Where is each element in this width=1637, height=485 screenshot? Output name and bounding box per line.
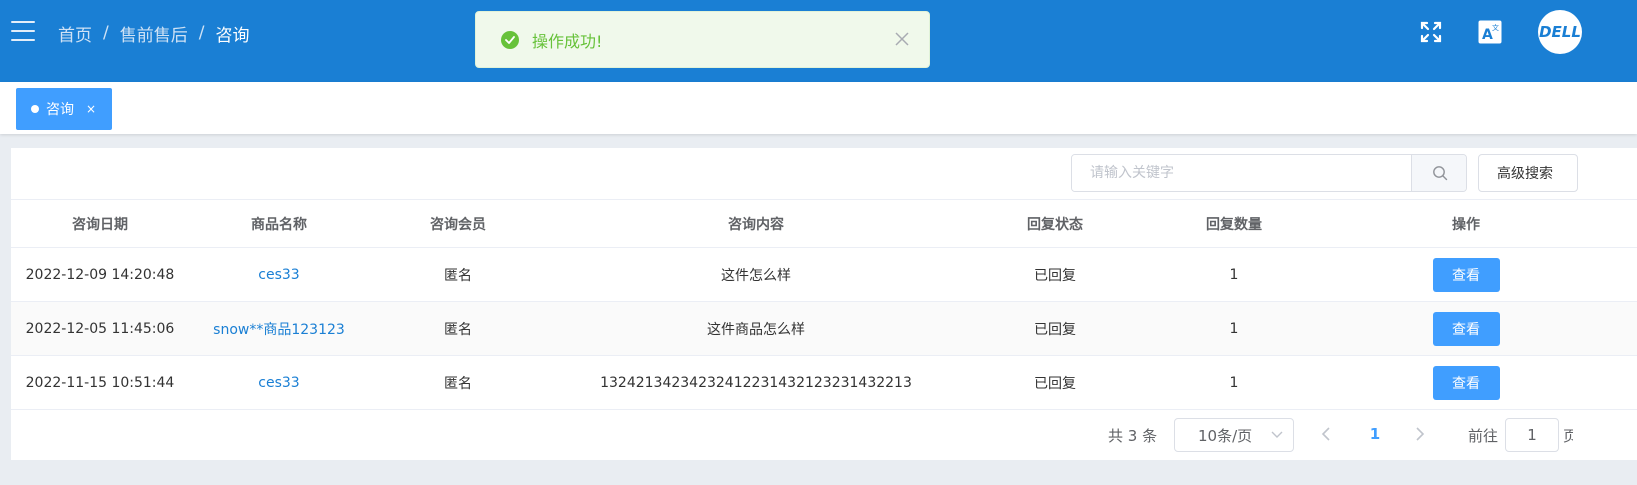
cell-member: 匿名: [444, 321, 472, 338]
column-header-count: 回复数量: [1206, 216, 1262, 233]
cell-status: 已回复: [1034, 375, 1076, 392]
column-header-member: 咨询会员: [430, 216, 486, 233]
consult-list-panel: 高级搜索 咨询日期 商品名称 咨询会员 咨询内容 回复状态 回复数量 操作 20…: [11, 148, 1637, 460]
column-header-action: 操作: [1452, 216, 1480, 233]
cell-action: 查看: [1323, 302, 1609, 355]
search-button[interactable]: [1411, 155, 1466, 191]
column-header-date: 咨询日期: [72, 216, 128, 233]
cell-count: 1: [1229, 320, 1239, 337]
pagination-total: 共 3 条: [1108, 427, 1158, 445]
page-size-value: 10条/页: [1198, 426, 1253, 445]
breadcrumb-home[interactable]: 首页: [58, 21, 92, 46]
chevron-down-icon: [1271, 431, 1283, 438]
table-row: 2022-12-05 11:45:06 snow**商品123123 匿名 这件…: [11, 302, 1637, 356]
search-box: [1071, 154, 1467, 192]
view-button[interactable]: 查看: [1432, 257, 1500, 292]
cell-content: 这件怎么样: [721, 267, 791, 284]
table-header-row: 咨询日期 商品名称 咨询会员 咨询内容 回复状态 回复数量 操作: [11, 200, 1637, 248]
cell-status: 已回复: [1034, 267, 1076, 284]
cell-date: 2022-12-09 14:20:48: [25, 266, 175, 283]
tags-view-bar: 咨询 ×: [0, 82, 1637, 134]
cell-action: 查看: [1323, 248, 1609, 301]
view-button[interactable]: 查看: [1432, 365, 1500, 400]
breadcrumb-separator: /: [103, 23, 109, 43]
prev-page-icon[interactable]: [1321, 426, 1331, 442]
menu-icon[interactable]: [11, 21, 35, 41]
goto-label: 前往: [1468, 427, 1499, 445]
fullscreen-icon[interactable]: [1419, 20, 1443, 44]
product-link[interactable]: snow**商品123123: [189, 302, 369, 355]
consult-table: 咨询日期 商品名称 咨询会员 咨询内容 回复状态 回复数量 操作 2022-12…: [11, 199, 1637, 410]
goto-page-input[interactable]: [1505, 418, 1559, 452]
active-dot-icon: [31, 105, 39, 113]
tag-close-icon[interactable]: ×: [86, 102, 96, 116]
avatar[interactable]: DELL: [1538, 10, 1582, 54]
breadcrumb: 首页 / 售前售后 / 咨询: [58, 21, 250, 46]
breadcrumb-current: 咨询: [215, 25, 250, 46]
close-icon[interactable]: [894, 31, 910, 47]
cell-count: 1: [1229, 374, 1239, 391]
pagination: 共 3 条 10条/页 1 前往 页: [11, 418, 1637, 452]
svg-text:文: 文: [1492, 23, 1499, 32]
advanced-search-button[interactable]: 高级搜索: [1478, 154, 1578, 192]
table-row: 2022-11-15 10:51:44 ces33 匿名 13242134234…: [11, 356, 1637, 410]
tag-consult[interactable]: 咨询 ×: [16, 88, 112, 130]
success-toast: 操作成功!: [475, 11, 930, 68]
cell-member: 匿名: [444, 375, 472, 392]
translate-icon[interactable]: A 文: [1478, 20, 1502, 44]
tag-label: 咨询: [46, 102, 74, 118]
breadcrumb-presales[interactable]: 售前售后: [120, 21, 188, 46]
cell-count: 1: [1229, 266, 1239, 283]
column-header-content: 咨询内容: [728, 216, 784, 233]
cell-content: 这件商品怎么样: [707, 321, 805, 338]
page-number-current[interactable]: 1: [1368, 425, 1382, 443]
product-link[interactable]: ces33: [189, 356, 369, 409]
breadcrumb-separator: /: [198, 23, 205, 43]
success-check-icon: [501, 31, 519, 49]
page-size-select[interactable]: 10条/页: [1174, 418, 1294, 452]
view-button[interactable]: 查看: [1432, 311, 1500, 346]
cell-date: 2022-12-05 11:45:06: [25, 320, 175, 337]
cell-member: 匿名: [444, 267, 472, 284]
next-page-icon[interactable]: [1415, 426, 1425, 442]
table-row: 2022-12-09 14:20:48 ces33 匿名 这件怎么样 已回复 1…: [11, 248, 1637, 302]
page-suffix: 页: [1563, 427, 1573, 445]
cell-action: 查看: [1323, 356, 1609, 409]
column-header-product: 商品名称: [251, 216, 307, 233]
cell-content: 13242134234232412231432123231432213: [600, 374, 912, 391]
cell-status: 已回复: [1034, 321, 1076, 338]
search-input[interactable]: [1072, 155, 1412, 191]
product-link[interactable]: ces33: [189, 248, 369, 301]
search-icon: [1432, 166, 1447, 181]
cell-date: 2022-11-15 10:51:44: [25, 374, 175, 391]
toast-message: 操作成功!: [532, 32, 603, 51]
column-header-status: 回复状态: [1027, 216, 1083, 233]
avatar-logo-text: DELL: [1539, 23, 1581, 41]
